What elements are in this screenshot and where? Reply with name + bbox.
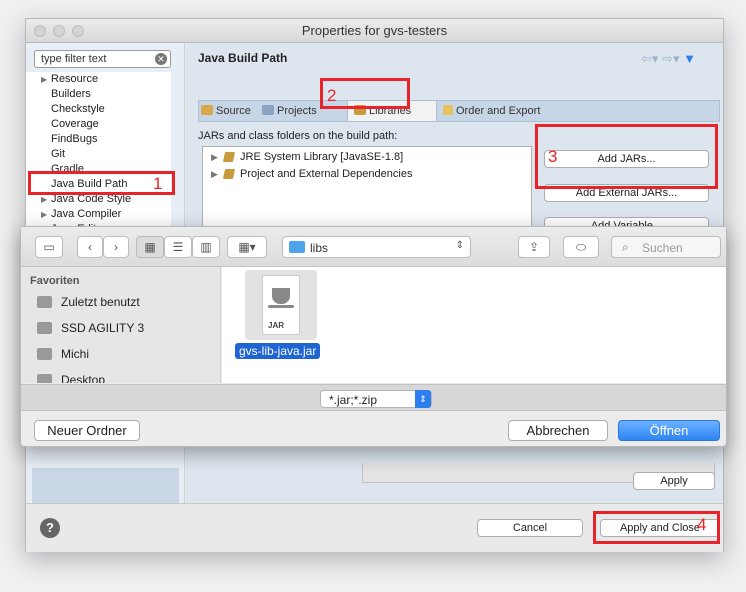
list-item[interactable]: ▶ Project and External Dependencies [203, 166, 533, 182]
search-input[interactable]: ⌕ Suchen [611, 236, 721, 258]
window-title: Properties for gvs-testers [301, 23, 448, 38]
tree-item-checkstyle[interactable]: Checkstyle [26, 102, 171, 117]
tag-icon[interactable]: ⬭ [563, 236, 599, 258]
finder-sidebar: Favoriten Zuletzt benutzt SSD AGILITY 3 … [21, 267, 221, 383]
tab-order-and-export[interactable]: Order and Export [443, 101, 540, 121]
expand-arrow-icon[interactable]: ▶ [211, 166, 218, 182]
folder-icon [289, 241, 305, 253]
build-path-description: JARs and class folders on the build path… [198, 130, 398, 142]
favorites-header: Favoriten [30, 275, 80, 287]
tab-bar: Source Projects Libraries Order and Expo… [198, 100, 720, 122]
home-icon [37, 348, 52, 360]
sidebar-item-label: Michi [61, 347, 90, 361]
file-chooser-dialog: ▭ ‹ › ▦ ☰ ▥ ▦▾ libs ⇕ ⇪ ⬭ ⌕ Suchen Favor… [20, 226, 727, 447]
filter-placeholder: type filter text [41, 53, 107, 65]
file-type-badge: JAR [268, 321, 285, 330]
file-item[interactable]: JAR [245, 270, 317, 340]
column-view-icon[interactable]: ▥ [192, 236, 220, 258]
clear-icon[interactable]: ✕ [155, 53, 167, 65]
file-type-select[interactable]: *.jar;*.zip ⇕ [320, 390, 432, 408]
arrange-menu-icon[interactable]: ▦▾ [227, 236, 267, 258]
annotation-number-4: 4 [697, 515, 707, 534]
library-icon [222, 169, 236, 179]
tree-item-coverage[interactable]: Coverage [26, 117, 171, 132]
list-item[interactable]: ▶ JRE System Library [JavaSE-1.8] [203, 149, 533, 165]
coffee-cup-icon [272, 288, 290, 304]
forward-arrow-icon[interactable]: ⇨▾ [662, 51, 679, 66]
tab-label: Order and Export [456, 105, 541, 117]
tree-item-label: Coverage [51, 118, 99, 130]
tree-item-label: Builders [51, 88, 91, 100]
tree-item-label: Checkstyle [51, 103, 105, 115]
open-button[interactable]: Öffnen [618, 420, 720, 441]
property-tree: ▶ Resource Builders Checkstyle Coverage … [26, 72, 171, 252]
disk-icon [37, 322, 52, 334]
list-item-label: JRE System Library [JavaSE-1.8] [240, 151, 404, 163]
library-icon [222, 152, 236, 162]
filter-input[interactable]: type filter text ✕ [34, 50, 171, 68]
forward-icon[interactable]: › [103, 236, 129, 258]
tree-item-label: FindBugs [51, 133, 98, 145]
cancel-button[interactable]: Cancel [477, 519, 583, 537]
file-chooser-toolbar: ▭ ‹ › ▦ ☰ ▥ ▦▾ libs ⇕ ⇪ ⬭ ⌕ Suchen [21, 227, 726, 267]
icon-view-icon[interactable]: ▦ [136, 236, 164, 258]
list-item-label: Project and External Dependencies [240, 168, 413, 180]
back-icon[interactable]: ‹ [77, 236, 103, 258]
cancel-dialog-button[interactable]: Abbrechen [508, 420, 608, 441]
page-title: Java Build Path [198, 51, 288, 65]
tab-label: Source [216, 105, 251, 117]
path-popup[interactable]: libs ⇕ [282, 236, 471, 258]
new-folder-button[interactable]: Neuer Ordner [34, 420, 140, 441]
annotation-number-1: 1 [153, 174, 163, 193]
tree-item-label: Git [51, 148, 66, 160]
order-arrows-icon [443, 105, 453, 115]
tree-item-label: Java Compiler [51, 208, 122, 220]
highlight-box-3 [535, 124, 718, 189]
tree-item-resource[interactable]: ▶ Resource [26, 72, 171, 87]
expand-arrow-icon[interactable]: ▶ [211, 149, 218, 165]
tab-projects[interactable]: Projects [262, 101, 317, 121]
search-icon: ⌕ [622, 240, 629, 254]
tree-item-label: Resource [51, 73, 99, 85]
path-label: libs [310, 241, 329, 255]
projects-icon [262, 105, 274, 115]
share-icon[interactable]: ⇪ [518, 236, 550, 258]
tree-item-builders[interactable]: Builders [26, 87, 171, 102]
annotation-number-3: 3 [548, 147, 558, 166]
help-icon[interactable]: ? [40, 518, 60, 538]
source-folder-icon [201, 105, 213, 115]
apply-button[interactable]: Apply [633, 472, 715, 490]
file-browser-area: JAR gvs-lib-java.jar [222, 267, 726, 383]
tab-label: Projects [277, 105, 317, 117]
annotation-number-2: 2 [327, 86, 337, 105]
search-placeholder: Suchen [642, 241, 683, 255]
file-type-value: *.jar;*.zip [329, 393, 378, 407]
history-navigation: ⇦▾ ⇨▾ ▼ [641, 51, 696, 67]
tree-item-git[interactable]: Git [26, 147, 171, 162]
chevron-updown-icon: ⇕ [415, 390, 431, 408]
expand-arrow-icon[interactable]: ▶ [41, 72, 47, 87]
desktop-icon [37, 374, 52, 383]
back-arrow-icon[interactable]: ⇦▾ [641, 51, 658, 66]
title-bar: Properties for gvs-testers [26, 19, 723, 43]
tab-source[interactable]: Source [201, 101, 251, 121]
expand-arrow-icon[interactable]: ▶ [41, 207, 47, 222]
sidebar-item-label: Zuletzt benutzt [61, 295, 140, 309]
sidebar-item-label: SSD AGILITY 3 [61, 321, 145, 335]
file-name-label[interactable]: gvs-lib-java.jar [235, 343, 321, 359]
sidebar-toggle-icon[interactable]: ▭ [35, 236, 63, 258]
sidebar-item-label: Desktop [61, 373, 106, 383]
tree-item-findbugs[interactable]: FindBugs [26, 132, 171, 147]
recent-icon [37, 296, 52, 308]
list-view-icon[interactable]: ☰ [164, 236, 192, 258]
file-type-bar: *.jar;*.zip ⇕ [21, 384, 726, 411]
chevron-updown-icon: ⇕ [455, 240, 464, 251]
view-menu-icon[interactable]: ▼ [683, 51, 696, 66]
saucer-icon [268, 305, 294, 308]
jar-file-icon: JAR [262, 275, 300, 335]
tree-item-java-compiler[interactable]: ▶ Java Compiler [26, 207, 171, 222]
